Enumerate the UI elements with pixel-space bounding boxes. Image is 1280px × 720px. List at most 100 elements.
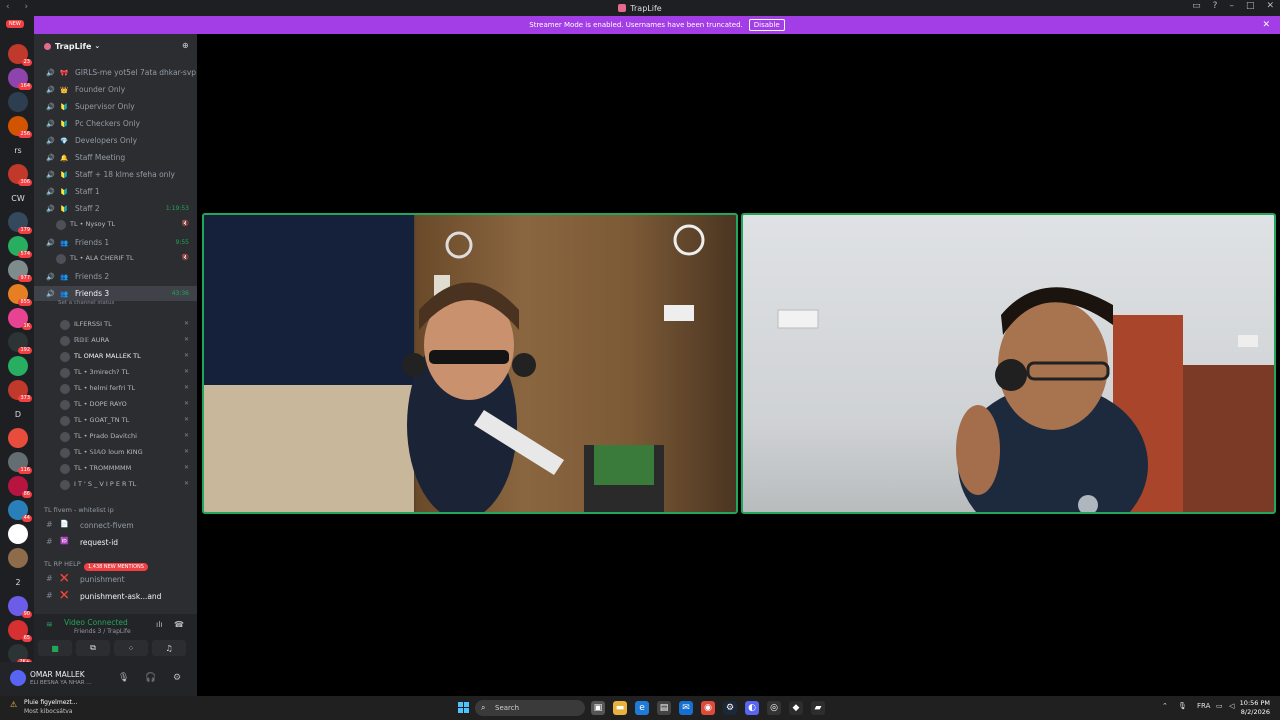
server-icon[interactable]: 192 — [8, 332, 32, 354]
server-icon[interactable]: 90 — [8, 596, 32, 618]
mic-tray-icon[interactable]: 🎙 — [1178, 702, 1187, 710]
voice-channel[interactable]: 🔊 🔰 Staff 1 — [34, 184, 197, 199]
inbox-icon[interactable]: ▭ — [1192, 1, 1201, 11]
app-icon-3[interactable]: ▰ — [811, 701, 825, 715]
voice-channel[interactable]: 🔊 👑 Founder Only — [34, 82, 197, 97]
voice-channel[interactable]: 🔊 🔰 Staff 2 1:19:53 — [34, 201, 197, 216]
server-icon[interactable]: rs — [8, 140, 28, 160]
minimize-button[interactable]: – — [1229, 1, 1234, 11]
server-icon[interactable]: CW — [8, 188, 28, 208]
voice-location[interactable]: Friends 3 / TrapLife — [74, 628, 131, 635]
screen-share-button[interactable]: ⧉ — [76, 640, 110, 656]
text-channel[interactable]: # 📄 connect-fivem — [34, 518, 197, 533]
server-icon[interactable]: 855 — [8, 284, 32, 306]
voice-channel[interactable]: 🔊 👥 Friends 3 43:36 — [34, 286, 197, 301]
server-icon[interactable]: 977 — [8, 260, 32, 282]
server-icon[interactable] — [8, 428, 28, 448]
voice-member[interactable]: ℝ𝔻𝔼 AURA ✕ — [34, 333, 197, 349]
task-view-icon[interactable]: ▣ — [591, 701, 605, 715]
activities-button[interactable]: ⁘ — [114, 640, 148, 656]
server-icon[interactable] — [8, 92, 28, 112]
voice-member[interactable]: TL • Prado Davitchi ✕ — [34, 429, 197, 445]
category-header[interactable]: TL fivem - whitelist ip — [44, 506, 114, 514]
noise-suppression-icon[interactable]: ılı — [156, 620, 163, 629]
voice-channel[interactable]: 🔊 🔰 Pc Checkers Only — [34, 116, 197, 131]
close-icon[interactable]: ✕ — [1262, 20, 1270, 30]
server-icon[interactable]: 574 — [8, 236, 32, 258]
server-icon[interactable] — [8, 524, 28, 544]
file-explorer-icon[interactable]: ▬ — [613, 701, 627, 715]
chrome-icon[interactable]: ◉ — [701, 701, 715, 715]
server-icon[interactable]: 373 — [8, 380, 32, 402]
voice-channel[interactable]: 🔊 🔰 Staff + 18 klme sfeha only — [34, 167, 197, 182]
video-tile-1[interactable] — [202, 213, 738, 514]
app-icon[interactable]: ◎ — [767, 701, 781, 715]
network-icon[interactable]: ▭ — [1216, 702, 1223, 710]
close-window-button[interactable]: ✕ — [1266, 1, 1274, 11]
maximize-button[interactable]: □ — [1246, 1, 1255, 11]
voice-member[interactable]: TL • GOAT_TN TL ✕ — [34, 413, 197, 429]
discord-icon[interactable]: ◐ — [745, 701, 759, 715]
server-icon[interactable]: D — [8, 404, 28, 424]
text-channel[interactable]: # 🆔 request-id — [34, 535, 197, 550]
voice-member[interactable]: TL • ALA CHERIF TL 🔇 — [34, 251, 197, 267]
voice-channel[interactable]: 🔊 👥 Friends 2 — [34, 269, 197, 284]
microphone-icon[interactable]: 🎙 — [118, 673, 129, 683]
video-tile-2[interactable] — [741, 213, 1276, 514]
channel-status[interactable]: Set a channel status — [58, 300, 114, 306]
server-icon[interactable]: 44 — [8, 500, 32, 522]
server-icon[interactable]: 1K — [8, 308, 32, 330]
app-icon-2[interactable]: ◆ — [789, 701, 803, 715]
server-icon[interactable]: 65 — [8, 620, 32, 642]
server-icon[interactable]: 164 — [8, 68, 32, 90]
server-icon[interactable]: 86 — [8, 476, 32, 498]
chevron-up-icon[interactable]: ⌃ — [1162, 702, 1168, 710]
disable-button[interactable]: Disable — [748, 19, 785, 31]
voice-member[interactable]: TL OMAR MALLEK TL ✕ — [34, 349, 197, 365]
text-channel[interactable]: # ❌ punishment-ask...and — [34, 589, 197, 604]
text-channel[interactable]: # ❌ punishment — [34, 572, 197, 587]
server-icon[interactable]: 2 — [8, 572, 28, 592]
server-icon[interactable]: 116 — [8, 452, 32, 474]
taskbar-search[interactable]: ⌕ Search — [475, 700, 585, 716]
server-icon[interactable]: 2K+ — [8, 644, 32, 666]
voice-member[interactable]: TL • helmi ferfri TL ✕ — [34, 381, 197, 397]
avatar[interactable] — [10, 670, 26, 686]
headphones-icon[interactable]: 🎧 — [145, 673, 156, 683]
voice-channel[interactable]: 🔊 💎 Developers Only — [34, 133, 197, 148]
server-icon[interactable] — [8, 356, 28, 376]
nav-arrows-icon[interactable]: ‹ › — [6, 2, 34, 12]
clock[interactable]: 10:56 PM 8/2/2026 — [1240, 699, 1270, 717]
disconnect-icon[interactable]: ☎ — [174, 620, 184, 629]
voice-member[interactable]: TL • Nysoy TL 🔇 — [34, 217, 197, 233]
voice-channel[interactable]: 🔊 🔰 Supervisor Only — [34, 99, 197, 114]
category-header[interactable]: TL RP HELP — [44, 560, 81, 568]
server-icon[interactable]: 306 — [8, 164, 32, 186]
weather-title[interactable]: Pluie figyelmezt... — [24, 699, 78, 706]
help-icon[interactable]: ? — [1213, 1, 1218, 11]
voice-channel[interactable]: 🔊 🔔 Staff Meeting — [34, 150, 197, 165]
server-icon[interactable] — [8, 548, 28, 568]
gear-icon[interactable]: ⚙ — [173, 673, 181, 683]
voice-member[interactable]: TL • DOPE RAYO ✕ — [34, 397, 197, 413]
server-icon[interactable]: 23 — [8, 44, 32, 66]
add-member-icon[interactable]: ⊕ — [182, 41, 191, 50]
steam-icon[interactable]: ⚙ — [723, 701, 737, 715]
voice-member[interactable]: ILFERSSI TL ✕ — [34, 317, 197, 333]
language-indicator[interactable]: FRA — [1197, 702, 1210, 710]
store-icon[interactable]: ▤ — [657, 701, 671, 715]
voice-member[interactable]: TL • 𝕊𝕀𝔸𝕆 loum KING ✕ — [34, 445, 197, 461]
camera-button[interactable]: ■ — [38, 640, 72, 656]
server-icon[interactable]: 179 — [8, 212, 32, 234]
start-button[interactable] — [458, 702, 469, 713]
soundboard-button[interactable]: ♫ — [152, 640, 186, 656]
mail-icon[interactable]: ✉ — [679, 701, 693, 715]
edge-icon[interactable]: e — [635, 701, 649, 715]
warning-icon[interactable]: ⚠ — [10, 700, 17, 709]
voice-channel[interactable]: 🔊 🎀 GIRLS-me yot5el 7ata dhkar-svp — [34, 65, 197, 80]
server-icon[interactable]: 256 — [8, 116, 32, 138]
volume-icon[interactable]: ◁ — [1229, 702, 1234, 710]
voice-member[interactable]: I T ' S _ V I P E R TL ✕ — [34, 477, 197, 493]
voice-channel[interactable]: 🔊 👥 Friends 1 9:55 — [34, 235, 197, 250]
voice-member[interactable]: TL • TROMMMMM ✕ — [34, 461, 197, 477]
